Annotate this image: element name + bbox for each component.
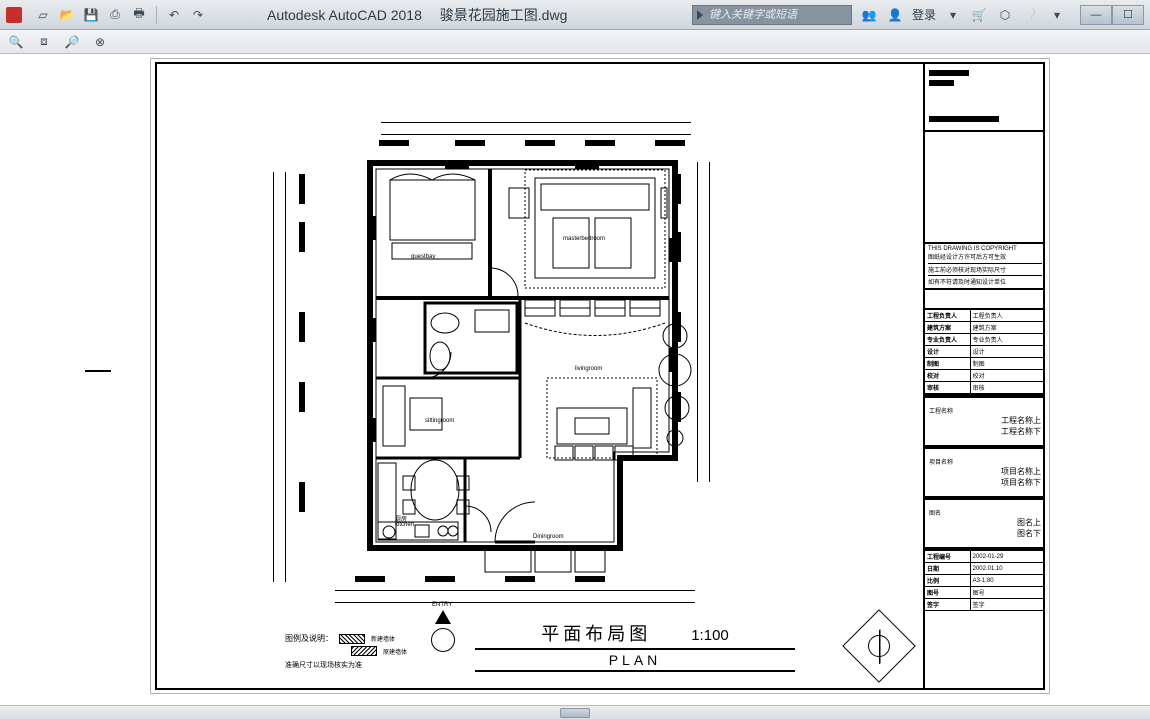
label-living: livingroom — [575, 366, 602, 372]
plan-title-en: PLAN — [435, 652, 835, 668]
app-store-icon[interactable]: ⬡ — [996, 6, 1014, 24]
help-search[interactable] — [692, 5, 852, 25]
scroll-thumb[interactable] — [560, 708, 590, 718]
label-master: masterbedroom — [563, 236, 605, 242]
plan-caption: 平面布局图 1:100 PLAN — [435, 620, 835, 674]
plan-scale: 1:100 — [691, 627, 729, 644]
hatch-2-icon — [351, 646, 377, 656]
drawing-canvas[interactable]: THIS DRAWING IS COPYRIGHT 图纸经设计方许可后方可生效 … — [0, 54, 1150, 719]
label-kitchen: kitchen — [395, 522, 414, 528]
zoom-icon[interactable]: 🔍 — [6, 32, 26, 52]
app-name: Autodesk AutoCAD 2018 — [267, 7, 422, 23]
infocenter-icon[interactable]: 👥 — [860, 6, 878, 24]
chevron-down-icon[interactable]: ▾ — [1048, 6, 1066, 24]
signin-label[interactable]: 登录 — [912, 6, 936, 23]
item-name-block: 项目名称 项目名称上 项目名称下 — [925, 447, 1045, 498]
search-tri-icon — [697, 10, 703, 20]
plan-title-cn: 平面布局图 — [541, 620, 651, 646]
copyright-3: 施工前必须核对现场实际尺寸 — [928, 263, 1042, 274]
window-title: Autodesk AutoCAD 2018 骏景花园施工图.dwg — [267, 5, 567, 25]
drawing-name-block: 图名 图名上 图名下 — [925, 498, 1045, 549]
floor-plan: guestbay masterbedroom sittingroom livin… — [275, 118, 815, 588]
legend-item2: 原建墙体 — [383, 647, 407, 656]
project-name-block: 工程名称 工程名称上 工程名称下 — [925, 396, 1045, 447]
label-sitting: sittingroom — [425, 418, 454, 424]
file-name: 骏景花园施工图.dwg — [440, 7, 568, 23]
chevron-down-icon[interactable]: ▾ — [944, 6, 962, 24]
h-scrollbar[interactable] — [0, 705, 1150, 719]
maximize-button[interactable]: ☐ — [1112, 5, 1144, 25]
search-input[interactable] — [707, 7, 847, 23]
legend-heading: 图例及说明： — [285, 633, 333, 644]
zoom-window-icon[interactable]: ⧈ — [34, 32, 54, 52]
role-table: 工程负责人工程负责人 建筑方案建筑方案 专业负责人专业负责人 设计设计 制图制图… — [925, 308, 1045, 394]
copyright-2: 图纸经设计方许可后方可生效 — [928, 252, 1042, 261]
drawing-frame: THIS DRAWING IS COPYRIGHT 图纸经设计方许可后方可生效 … — [155, 62, 1045, 690]
meta-table: 工程编号2002-01-29 日期2002.01.10 比例A3-1:80 图号… — [925, 549, 1045, 611]
save-icon[interactable]: 💾 — [82, 6, 100, 24]
copyright-4: 如有不符请及时通知设计单位 — [928, 275, 1042, 286]
title-block: THIS DRAWING IS COPYRIGHT 图纸经设计方许可后方可生效 … — [923, 62, 1045, 690]
view-toolbar: 🔍 ⧈ 🔎 ⊗ — [0, 30, 1150, 54]
dim-left-line — [273, 172, 274, 582]
title-bar: ▱ 📂 💾 ⎙ 🖶 ↶ ↷ Autodesk AutoCAD 2018 骏景花园… — [0, 0, 1150, 30]
exchange-icon[interactable]: 🛒 — [970, 6, 988, 24]
signin-icon[interactable]: 👤 — [886, 6, 904, 24]
plot-icon[interactable]: 🖶 — [130, 6, 148, 24]
redo-icon[interactable]: ↷ — [189, 6, 207, 24]
label-entry: ENTRY — [432, 602, 452, 608]
zoom-out-icon[interactable]: 🔎 — [62, 32, 82, 52]
undo-icon[interactable]: ↶ — [165, 6, 183, 24]
open-icon[interactable]: 📂 — [58, 6, 76, 24]
label-guest: guestbay — [411, 254, 435, 260]
hatch-1-icon — [339, 634, 365, 644]
help-icon[interactable]: ❔ — [1022, 6, 1040, 24]
minimize-button[interactable]: — — [1080, 5, 1112, 25]
new-icon[interactable]: ▱ — [34, 6, 52, 24]
legend-item1: 新建墙体 — [371, 634, 395, 643]
margin-tick — [85, 370, 111, 372]
label-dining: Diningroom — [533, 534, 564, 540]
close-view-icon[interactable]: ⊗ — [90, 32, 110, 52]
dim-bottom-line — [335, 602, 695, 603]
app-icon[interactable] — [6, 7, 22, 23]
save-as-icon[interactable]: ⎙ — [106, 6, 124, 24]
